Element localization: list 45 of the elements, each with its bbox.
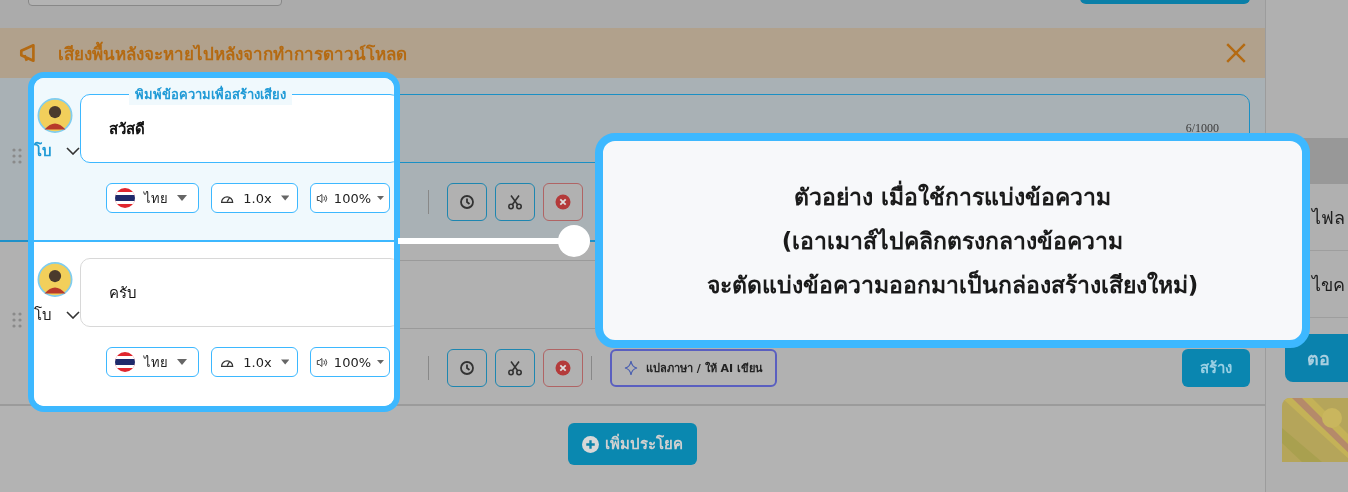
tooltip-text: จะตัดแบ่งข้อความออกมาเป็นกล่องสร้างเสียงใหม่): [706, 269, 1199, 300]
delete-button[interactable]: [543, 349, 583, 387]
text-field[interactable]: ครับ: [80, 258, 394, 327]
caret-icon: [177, 359, 187, 365]
chevron-down-icon[interactable]: [66, 311, 80, 319]
caret-icon: [280, 195, 289, 201]
caret-icon: [377, 195, 384, 201]
clock-icon: [459, 194, 475, 210]
tooltip-text: ตัวอย่าง เมื่อใช้การแบ่งข้อความ: [794, 174, 1111, 219]
drag-handle-icon[interactable]: [12, 312, 22, 328]
field-label: พิมพ์ข้อความเพื่อสร้างเสียง: [129, 84, 292, 105]
clock-icon: [459, 360, 475, 376]
volume-select[interactable]: 100%: [310, 183, 390, 213]
sparkle-icon: [624, 360, 640, 376]
tooltip-text: (เอาเมาส์ไปคลิกตรงกลางข้อความ: [781, 226, 1124, 256]
timer-button[interactable]: [447, 183, 487, 221]
caret-icon: [177, 195, 187, 201]
caret-icon: [377, 359, 384, 365]
field-value: สวัสดี: [109, 118, 145, 140]
flag-icon: [115, 188, 135, 208]
avatar-icon[interactable]: [35, 262, 74, 297]
split-button[interactable]: [495, 183, 535, 221]
speed-select[interactable]: 1.0x: [211, 347, 298, 377]
notice-text: เสียงพื้นหลังจะหายไปหลังจากทำการดาวน์โหลด: [58, 40, 408, 66]
field-value: ครับ: [109, 282, 137, 304]
flag-icon: [115, 352, 135, 372]
timer-button[interactable]: [447, 349, 487, 387]
delete-icon: [555, 360, 571, 376]
chevron-down-icon[interactable]: [66, 147, 80, 155]
volume-select[interactable]: 100%: [310, 347, 390, 377]
voice-name[interactable]: โบ: [34, 303, 52, 327]
language-select[interactable]: ไทย: [106, 347, 199, 377]
avatar-icon[interactable]: [35, 98, 74, 133]
character-counter: 6/1000: [1185, 121, 1219, 136]
delete-icon: [555, 194, 571, 210]
caret-icon: [280, 359, 289, 365]
delete-button[interactable]: [543, 183, 583, 221]
language-select[interactable]: ไทย: [106, 183, 199, 213]
scissors-icon: [507, 194, 523, 210]
drag-handle-icon[interactable]: [12, 148, 22, 164]
split-button[interactable]: [495, 349, 535, 387]
plus-icon: [582, 435, 599, 453]
speed-select[interactable]: 1.0x: [211, 183, 298, 213]
scissors-icon: [507, 360, 523, 376]
ai-button[interactable]: แปลภาษา / ให้ AI เขียน: [610, 349, 777, 387]
